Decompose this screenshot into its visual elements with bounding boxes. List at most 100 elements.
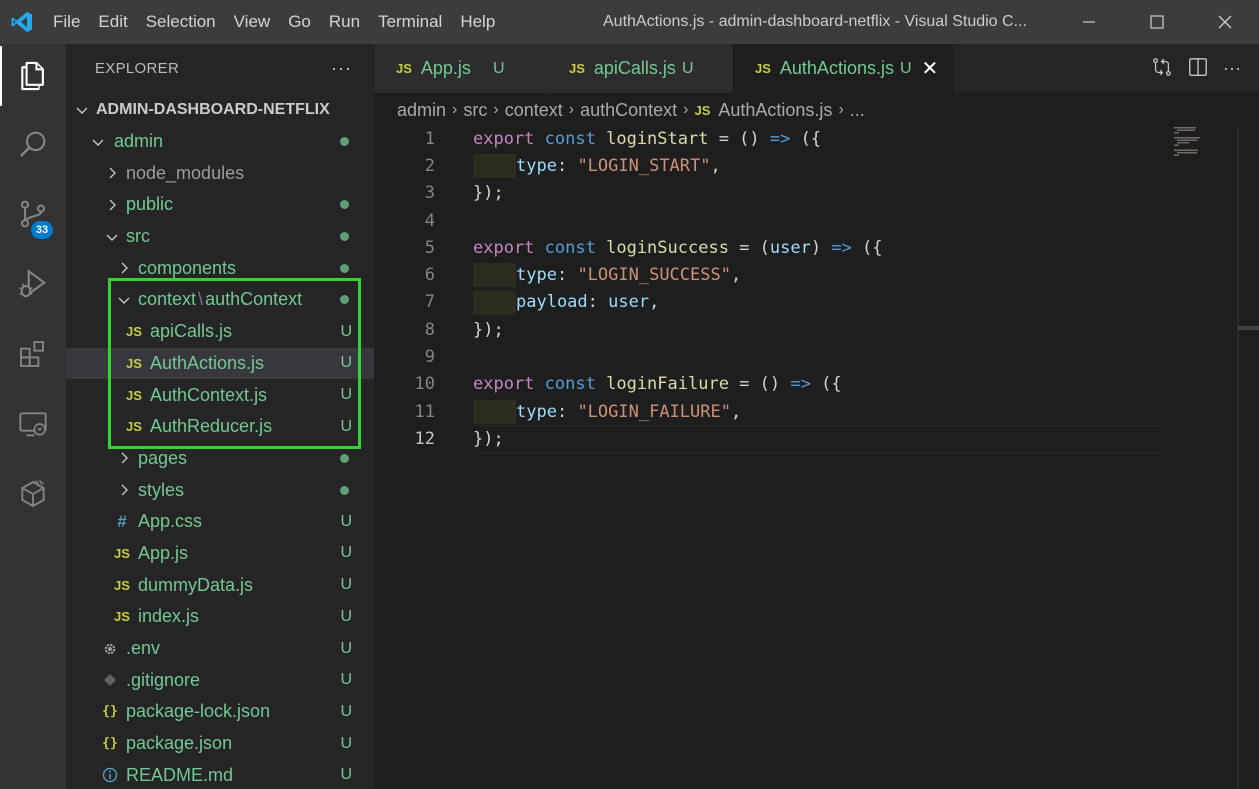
css-file-icon: # — [117, 511, 127, 531]
javascript-file-icon: JS — [755, 61, 771, 76]
tree-file-apicalls[interactable]: JS apiCalls.js U — [66, 316, 374, 348]
tree-file-package-lock[interactable]: {} package-lock.json U — [66, 696, 374, 728]
tree-file-authreducer[interactable]: JS AuthReducer.js U — [66, 411, 374, 443]
tree-folder-components[interactable]: components — [66, 252, 374, 284]
code-text: type: "LOGIN_SUCCESS", — [516, 265, 742, 286]
chevron-right-icon: › — [493, 101, 499, 118]
tab-app-js[interactable]: JS App.js U — [374, 44, 547, 93]
remote-explorer-icon[interactable] — [0, 394, 66, 454]
explorer-sidebar: EXPLORER ··· ADMIN-DASHBOARD-NETFLIX adm… — [66, 44, 374, 789]
docker-icon[interactable] — [0, 464, 66, 524]
javascript-file-icon: JS — [114, 609, 130, 625]
minimap[interactable] — [1174, 126, 1230, 156]
tree-item-label: AuthContext.js — [150, 384, 268, 405]
javascript-file-icon: JS — [126, 387, 142, 403]
breadcrumb-item[interactable]: ... — [850, 100, 865, 121]
tab-apicalls-js[interactable]: JS apiCalls.js U — [547, 44, 733, 93]
run-debug-icon[interactable] — [0, 254, 66, 314]
tree-folder-node-modules[interactable]: node_modules — [66, 157, 374, 189]
chevron-right-icon — [114, 451, 134, 465]
chevron-right-icon — [114, 483, 134, 497]
tree-file-env[interactable]: .env U — [66, 633, 374, 665]
gear-icon — [100, 641, 120, 657]
chevron-right-icon: › — [452, 101, 458, 118]
window-controls — [1055, 0, 1259, 44]
menu-selection[interactable]: Selection — [137, 0, 225, 44]
tree-folder-context-authcontext[interactable]: context \ authContext — [66, 284, 374, 316]
menu-go[interactable]: Go — [279, 0, 320, 44]
tree-file-app-js[interactable]: JS App.js U — [66, 538, 374, 570]
tree-root[interactable]: ADMIN-DASHBOARD-NETFLIX — [66, 94, 374, 126]
line-number: 3 — [424, 183, 435, 204]
tree-file-dummydata[interactable]: JS dummyData.js U — [66, 569, 374, 601]
source-control-badge: 33 — [31, 221, 53, 239]
tree-folder-styles[interactable]: styles — [66, 474, 374, 506]
tree-folder-public[interactable]: public — [66, 189, 374, 221]
code-text: export const loginStart = () => ({ — [473, 128, 822, 149]
tree-folder-admin[interactable]: admin — [66, 126, 374, 158]
tree-file-package-json[interactable]: {} package.json U — [66, 728, 374, 760]
indent-guide — [473, 263, 516, 288]
editor-area: JS App.js U JS apiCalls.js U JS AuthActi… — [374, 44, 1259, 789]
code-line: 2 type: "LOGIN_START", — [374, 152, 1239, 179]
tree-file-gitignore[interactable]: .gitignore U — [66, 664, 374, 696]
breadcrumb-item[interactable]: authContext — [580, 100, 677, 121]
chevron-right-icon: › — [838, 101, 844, 118]
close-window-button[interactable] — [1191, 0, 1259, 44]
git-status: U — [340, 544, 352, 562]
more-actions-icon[interactable]: ··· — [1223, 58, 1241, 79]
git-status: U — [340, 702, 352, 720]
breadcrumb-item[interactable]: src — [463, 100, 487, 121]
search-icon[interactable] — [0, 114, 66, 174]
menu-edit[interactable]: Edit — [89, 0, 136, 44]
chevron-right-icon: › — [683, 101, 689, 118]
code-editor[interactable]: 1 export const loginStart = () => ({ 2 t… — [374, 125, 1239, 453]
line-number: 12 — [414, 428, 435, 449]
tree-item-label: styles — [138, 479, 185, 500]
tab-authactions-js[interactable]: JS AuthActions.js U ✕ — [733, 44, 955, 93]
git-status: U — [340, 512, 352, 530]
javascript-file-icon: JS — [569, 61, 585, 76]
tree-folder-pages[interactable]: pages — [66, 443, 374, 475]
tree-file-authactions[interactable]: JS AuthActions.js U — [66, 347, 374, 380]
line-number: 7 — [424, 292, 435, 313]
minimize-button[interactable] — [1055, 0, 1123, 44]
breadcrumb-item[interactable]: AuthActions.js — [718, 100, 832, 121]
split-editor-icon[interactable] — [1187, 56, 1209, 81]
code-line: 3 }); — [374, 180, 1239, 207]
tree-file-authcontext[interactable]: JS AuthContext.js U — [66, 379, 374, 411]
breadcrumb-item[interactable]: admin — [397, 100, 446, 121]
current-line-highlight — [473, 425, 1165, 453]
menu-run[interactable]: Run — [320, 0, 369, 44]
explorer-title: EXPLORER — [95, 59, 180, 77]
info-icon — [100, 767, 120, 783]
javascript-file-icon: JS — [114, 545, 130, 561]
explorer-icon[interactable] — [0, 46, 66, 106]
tree-folder-src[interactable]: src — [66, 221, 374, 253]
git-diamond-icon — [100, 673, 120, 687]
vertical-scrollbar[interactable] — [1238, 126, 1259, 789]
maximize-button[interactable] — [1123, 0, 1191, 44]
tree-file-readme[interactable]: README.md U — [66, 759, 374, 789]
menu-help[interactable]: Help — [451, 0, 504, 44]
tree-file-app-css[interactable]: # App.css U — [66, 506, 374, 538]
extensions-icon[interactable] — [0, 324, 66, 384]
tree-item-label: index.js — [138, 606, 200, 627]
open-changes-icon[interactable] — [1151, 56, 1173, 81]
modified-dot — [340, 263, 349, 273]
source-control-icon[interactable]: 33 — [0, 184, 66, 244]
chevron-right-icon — [102, 166, 122, 180]
line-number: 11 — [414, 401, 435, 422]
menu-view[interactable]: View — [225, 0, 280, 44]
menu-file[interactable]: File — [44, 0, 89, 44]
close-tab-icon[interactable]: ✕ — [922, 56, 939, 81]
tree-file-index[interactable]: JS index.js U — [66, 601, 374, 633]
breadcrumb-item[interactable]: context — [505, 100, 563, 121]
more-actions-icon[interactable]: ··· — [331, 58, 352, 79]
code-line: 1 export const loginStart = () => ({ — [374, 125, 1239, 152]
menu-terminal[interactable]: Terminal — [369, 0, 451, 44]
git-status: U — [340, 766, 352, 784]
editor-actions: ··· — [1151, 44, 1241, 93]
tree-item-label: App.css — [138, 511, 203, 532]
line-number: 5 — [424, 237, 435, 258]
